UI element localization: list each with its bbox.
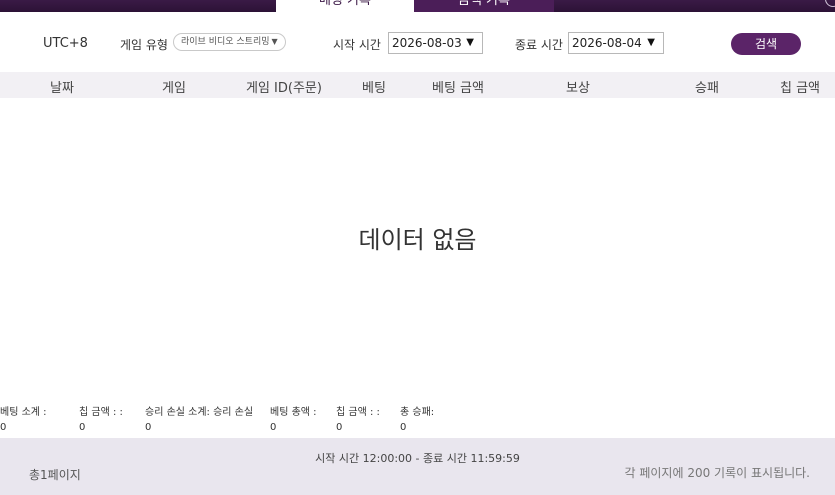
help-icon[interactable] [825, 0, 835, 7]
summary-value: 0 [145, 422, 152, 433]
chevron-down-icon: ▼ [647, 37, 655, 48]
summary-label: 칩 금액 : : [79, 407, 123, 418]
footer: 시작 시간 12:00:00 - 종료 시간 11:59:59 총1페이지 각 … [0, 438, 835, 495]
chevron-down-icon: ▼ [466, 37, 474, 48]
column-game-id: 게임 ID(주문) [246, 81, 322, 96]
summary-label: 베팅 총액 : [270, 407, 317, 418]
summary-win-loss-subtotal: 승리 손실 소계: 승리 손실 0 [145, 403, 253, 433]
column-date: 날짜 [50, 81, 74, 96]
summary-bet-total: 베팅 총액 : 0 [270, 403, 317, 433]
per-page-note: 각 페이지에 200 기록이 표시됩니다. [624, 466, 811, 480]
summary-label: 베팅 소계 : [0, 407, 47, 418]
empty-state-message: 데이터 없음 [358, 226, 477, 254]
summary-value: 0 [400, 422, 407, 433]
total-pages: 총1페이지 [29, 468, 81, 482]
timezone-label: UTC+8 [43, 36, 88, 51]
filter-bar: UTC+8 게임 유형 라이브 비디오 스트리밍 ▼ 시작 시간 2026-08-… [0, 30, 835, 58]
summary-bet-subtotal: 베팅 소계 : 0 [0, 403, 47, 433]
summary-chip-amount-total: 칩 금액 : : 0 [336, 403, 380, 433]
tab-amount-records[interactable]: 금액 기록 [414, 0, 554, 12]
column-game: 게임 [162, 81, 186, 96]
summary-row: 베팅 소계 : 0 칩 금액 : : 0 승리 손실 소계: 승리 손실 0 베… [0, 403, 835, 433]
tab-amount-records-label: 금액 기록 [458, 0, 510, 8]
start-date-value: 2026-08-03 [392, 36, 462, 50]
summary-value: 0 [270, 422, 277, 433]
summary-total-win-loss: 총 승패: 0 [400, 403, 434, 433]
column-bet-amount: 베팅 금액 [432, 81, 484, 96]
chevron-down-icon: ▼ [271, 37, 278, 46]
game-type-select[interactable]: 라이브 비디오 스트리밍 ▼ [173, 33, 286, 51]
top-tab-bar: 베팅 기록 금액 기록 [0, 0, 835, 12]
search-button[interactable]: 검색 [731, 33, 801, 55]
column-reward: 보상 [566, 81, 590, 96]
summary-value: 0 [0, 422, 7, 433]
start-time-label: 시작 시간 [333, 38, 381, 52]
tab-bet-records-label: 베팅 기록 [319, 0, 371, 8]
tab-bet-records[interactable]: 베팅 기록 [276, 0, 414, 12]
column-bet: 베팅 [362, 81, 386, 96]
summary-label: 총 승패: [400, 407, 435, 418]
game-type-label: 게임 유형 [120, 38, 168, 52]
game-type-value: 라이브 비디오 스트리밍 [181, 37, 270, 47]
table-header: 날짜 게임 게임 ID(주문) 베팅 베팅 금액 보상 승패 칩 금액 [0, 72, 835, 98]
summary-chip-amount: 칩 금액 : : 0 [79, 403, 123, 433]
start-date-select[interactable]: 2026-08-03 ▼ [388, 32, 483, 54]
end-date-value: 2026-08-04 [572, 36, 642, 50]
summary-value: 0 [79, 422, 86, 433]
column-chip-amount: 칩 금액 [780, 81, 821, 96]
summary-value: 0 [336, 422, 343, 433]
end-time-label: 종료 시간 [515, 38, 563, 52]
summary-label: 칩 금액 : : [336, 407, 380, 418]
end-date-select[interactable]: 2026-08-04 ▼ [568, 32, 664, 54]
summary-label: 승리 손실 소계: 승리 손실 [145, 407, 254, 418]
column-win-loss: 승패 [695, 81, 719, 96]
